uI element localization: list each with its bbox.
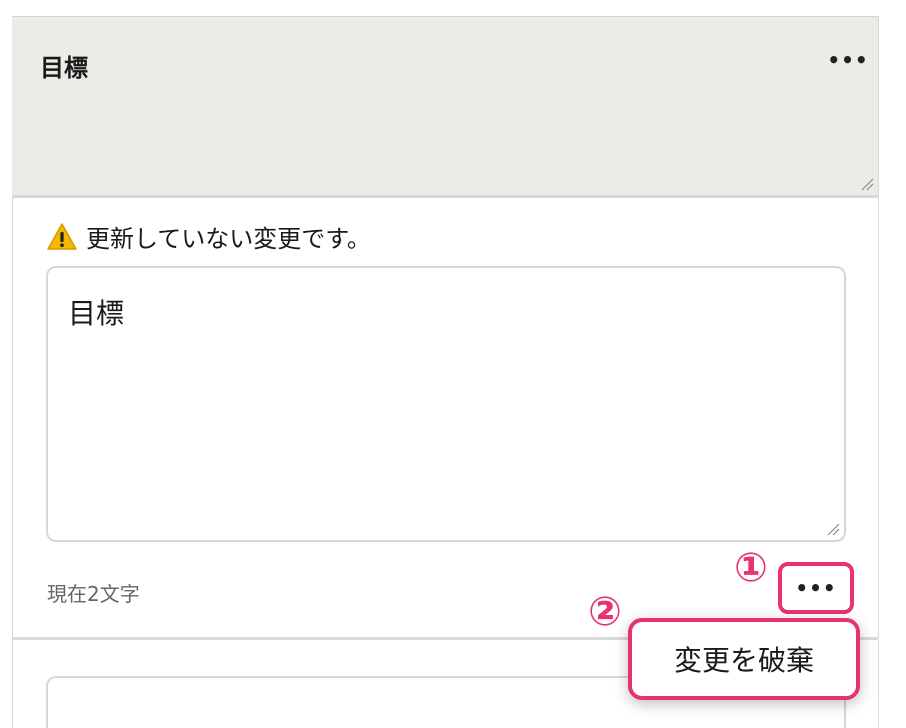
header-more-button[interactable]: ••• bbox=[827, 46, 867, 74]
textarea-value: 目標 bbox=[68, 297, 125, 330]
discard-changes-item[interactable]: 変更を破棄 bbox=[674, 639, 814, 679]
goal-textarea[interactable]: 目標 bbox=[46, 266, 846, 542]
more-icon: ••• bbox=[827, 48, 869, 72]
unsaved-warning: 更新していない変更です。 bbox=[46, 219, 371, 254]
card-title: 目標 bbox=[40, 54, 88, 82]
right-border bbox=[878, 16, 879, 638]
resize-grip-icon[interactable] bbox=[860, 177, 874, 191]
header-card bbox=[12, 16, 878, 198]
options-popup: 変更を破棄 bbox=[628, 618, 860, 700]
annotation-step-2: ② bbox=[588, 589, 622, 635]
warning-icon bbox=[47, 222, 77, 250]
annotation-step-1: ① bbox=[734, 545, 768, 591]
more-icon: ••• bbox=[795, 576, 837, 600]
resize-grip-icon[interactable] bbox=[826, 522, 840, 536]
char-count: 現在2文字 bbox=[47, 582, 140, 606]
warning-text: 更新していない変更です。 bbox=[86, 225, 371, 253]
stage: 目標 ••• 更新していない変更です。 目標 現在2文字 ① ••• ② 変更を… bbox=[0, 0, 906, 728]
more-options-button[interactable]: ••• bbox=[778, 562, 854, 614]
right-border-lower bbox=[878, 640, 879, 728]
